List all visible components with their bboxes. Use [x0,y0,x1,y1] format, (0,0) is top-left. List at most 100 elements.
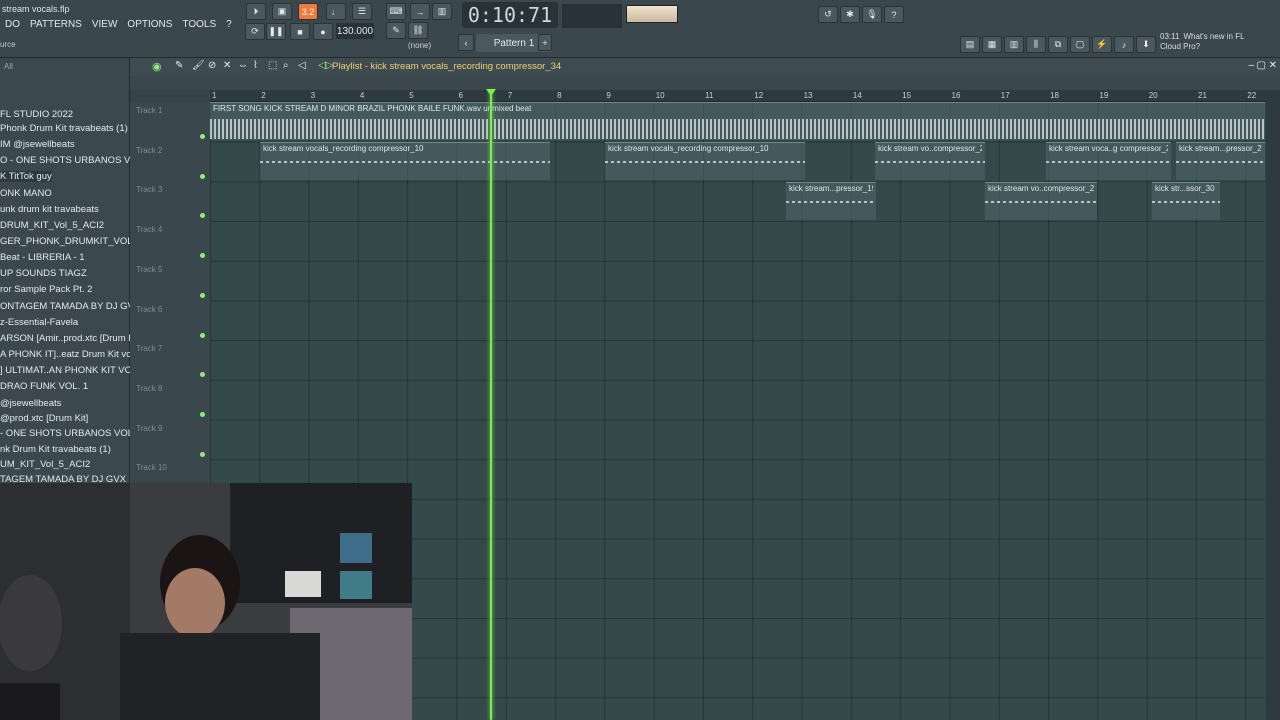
playlist-view-icon[interactable]: ▤ [960,36,980,53]
undo-icon[interactable]: ↺ [818,6,838,23]
playback-tool-icon[interactable]: ◁ [298,60,306,71]
browser-item[interactable]: ] ULTIMAT..AN PHONK KIT VOL. 3 [0,365,148,376]
track-mute-led[interactable] [200,173,205,179]
menu-view[interactable]: VIEW [87,18,123,32]
record-button[interactable]: ● [313,23,333,40]
ruler-number: 21 [1198,91,1207,100]
maximize-icon[interactable]: ▢ [1257,60,1266,71]
menu-file[interactable]: DO [0,18,25,32]
browser-item[interactable]: DRUM_KIT_Vol_5_ACI2 [0,220,104,231]
browser-item[interactable]: Beat - LIBRERIA - 1 [0,252,84,263]
track-mute-led[interactable] [200,372,205,378]
playlist-clip[interactable]: kick stream...pressor_19 [786,182,876,220]
browser-item[interactable]: GER_PHONK_DRUMKIT_VOL_3 [0,236,143,247]
news-panel[interactable]: 03:11 What's new in FL Cloud Pro? [1160,32,1245,52]
playlist-clip[interactable]: kick str...ssor_30 [1152,182,1220,220]
brush-tool-icon[interactable]: 🖌 [192,60,205,71]
playlist-title[interactable]: Playlist - kick stream vocals_recording … [332,61,561,72]
browser-item[interactable]: UM_KIT_Vol_5_ACI2 [0,459,90,470]
pencil-tool-icon[interactable]: ✎ [175,60,183,71]
step-edit-icon[interactable]: → [410,3,430,20]
loop-icon[interactable]: ⟳ [245,23,265,40]
browser-item[interactable]: unk drum kit travabeats [0,204,99,215]
plug-icon[interactable]: ⚡ [1092,36,1112,53]
channel-rack-icon[interactable]: ▥ [1004,36,1024,53]
menu-options[interactable]: OPTIONS [122,18,177,32]
typing-keyboard-icon[interactable]: ⌨ [386,3,406,20]
pause-button[interactable]: ❚❚ [266,23,286,40]
zoom-tool-icon[interactable]: ⌕ [283,60,289,71]
step-counter[interactable]: 3.2 [298,3,318,20]
menu-help[interactable]: ? [221,18,237,32]
playlist-clip[interactable]: kick stream vocals_recording compressor_… [260,142,550,180]
pencil-icon[interactable]: ✎ [386,22,406,39]
browser-item[interactable]: @prod.xtc [Drum Kit] [0,413,88,424]
mixer-icon[interactable]: ▥ [432,3,452,20]
ruler-number: 9 [606,91,611,100]
playlist-clip[interactable]: kick stream vo..compressor_23 [985,182,1097,220]
browser-item[interactable]: UP SOUNDS TIAGZ [0,268,87,279]
track-mute-led[interactable] [200,253,205,259]
plugin-icon[interactable]: ⧉ [1048,36,1068,53]
timeline-ruler[interactable]: 1 2 3 4 5 6 7 8 9 10 11 12 13 14 15 16 17 18 19 20 21 22 [210,90,1275,102]
minimize-icon[interactable]: – [1248,60,1254,71]
playlist-clip[interactable]: FIRST SONG KICK STREAM D MINOR BRAZIL PH… [210,102,1265,140]
browser-item[interactable]: Phonk Drum Kit travabeats (1) [0,123,128,134]
browser-item[interactable]: DRAO FUNK VOL. 1 [0,381,88,392]
browser-item[interactable]: IM @jsewellbeats [0,139,75,150]
tempo-display[interactable]: 130.000 [336,23,374,39]
browser-item[interactable]: nk Drum Kit travabeats (1) [0,444,111,455]
browser-item[interactable]: ONTAGEM TAMADA BY DJ GVX [0,301,140,312]
add-pattern-icon[interactable]: + [538,34,552,51]
menu-patterns[interactable]: PATTERNS [25,18,87,32]
browser-item[interactable]: A PHONK IT]..eatz Drum Kit vol 1 [0,349,141,360]
close-icon[interactable]: ✕ [1269,60,1277,71]
song-time-display[interactable]: 0:10:71 [462,2,558,28]
pattern-prev-icon[interactable]: ‹ [458,34,474,51]
playhead-marker[interactable] [486,89,496,96]
select-tool-icon[interactable]: ⬚ [268,60,277,71]
slip-tool-icon[interactable]: ⇔ [238,60,248,71]
track-mute-led[interactable] [200,292,205,298]
stop-button[interactable]: ■ [290,23,310,40]
track-mute-led[interactable] [200,332,205,338]
pattern-song-toggle[interactable]: ⏵ [246,3,266,20]
track-mute-led[interactable] [200,451,205,457]
rec-icon[interactable]: ▣ [272,3,292,20]
track-mute-led[interactable] [200,213,205,219]
vertical-scrollbar[interactable] [1266,90,1280,720]
link-icon[interactable]: ⛓ [408,22,428,39]
browser-item[interactable]: FL STUDIO 2022 [0,109,73,120]
wait-icon[interactable]: ☰ [352,3,372,20]
piano-roll-icon[interactable]: ▦ [982,36,1002,53]
menu-tools[interactable]: TOOLS [177,18,221,32]
mixer-view-icon[interactable]: ⫼ [1026,36,1046,53]
delete-tool-icon[interactable]: ⊘ [208,60,216,71]
browser-filter-all[interactable]: All [4,62,13,71]
download-icon[interactable]: ⬇ [1136,36,1156,53]
playlist-clip[interactable]: kick stream voca..g compressor_28 [1046,142,1171,180]
browser-item[interactable]: ARSON [Amir..prod.xtc [Drum Kit] [0,333,142,344]
playhead[interactable] [490,90,492,720]
browser-item[interactable]: z-Essential-Favela [0,317,78,328]
tuning-icon[interactable]: ♪ [1114,36,1134,53]
browser-item[interactable]: ONK MANO [0,188,52,199]
help-icon[interactable]: ? [884,6,904,23]
magic-icon[interactable]: ✱ [840,6,860,23]
playlist-menu-icon[interactable]: ◉ [152,60,162,73]
track-mute-led[interactable] [200,411,205,417]
browser-item[interactable]: ror Sample Pack Pt. 2 [0,284,92,295]
mute-tool-icon[interactable]: ✕ [223,60,231,71]
track-mute-led[interactable] [200,134,205,139]
slice-tool-icon[interactable]: ⌇ [253,60,258,71]
playlist-clip[interactable]: kick stream...pressor_29 [1176,142,1265,180]
browser-icon[interactable]: ▢ [1070,36,1090,53]
browser-item[interactable]: - ONE SHOTS URBANOS VOL. 2 [0,428,144,439]
snap-selector[interactable]: (none) [408,41,431,50]
browser-item[interactable]: @jsewellbeats [0,398,61,409]
playlist-clip[interactable]: kick stream vo..compressor_21 [875,142,985,180]
browser-item[interactable]: K TitTok guy [0,171,52,182]
metronome-icon[interactable]: ♩ [326,3,346,20]
playlist-clip[interactable]: kick stream vocals_recording compressor_… [605,142,805,180]
mic-icon[interactable]: 🎙 [862,6,882,23]
